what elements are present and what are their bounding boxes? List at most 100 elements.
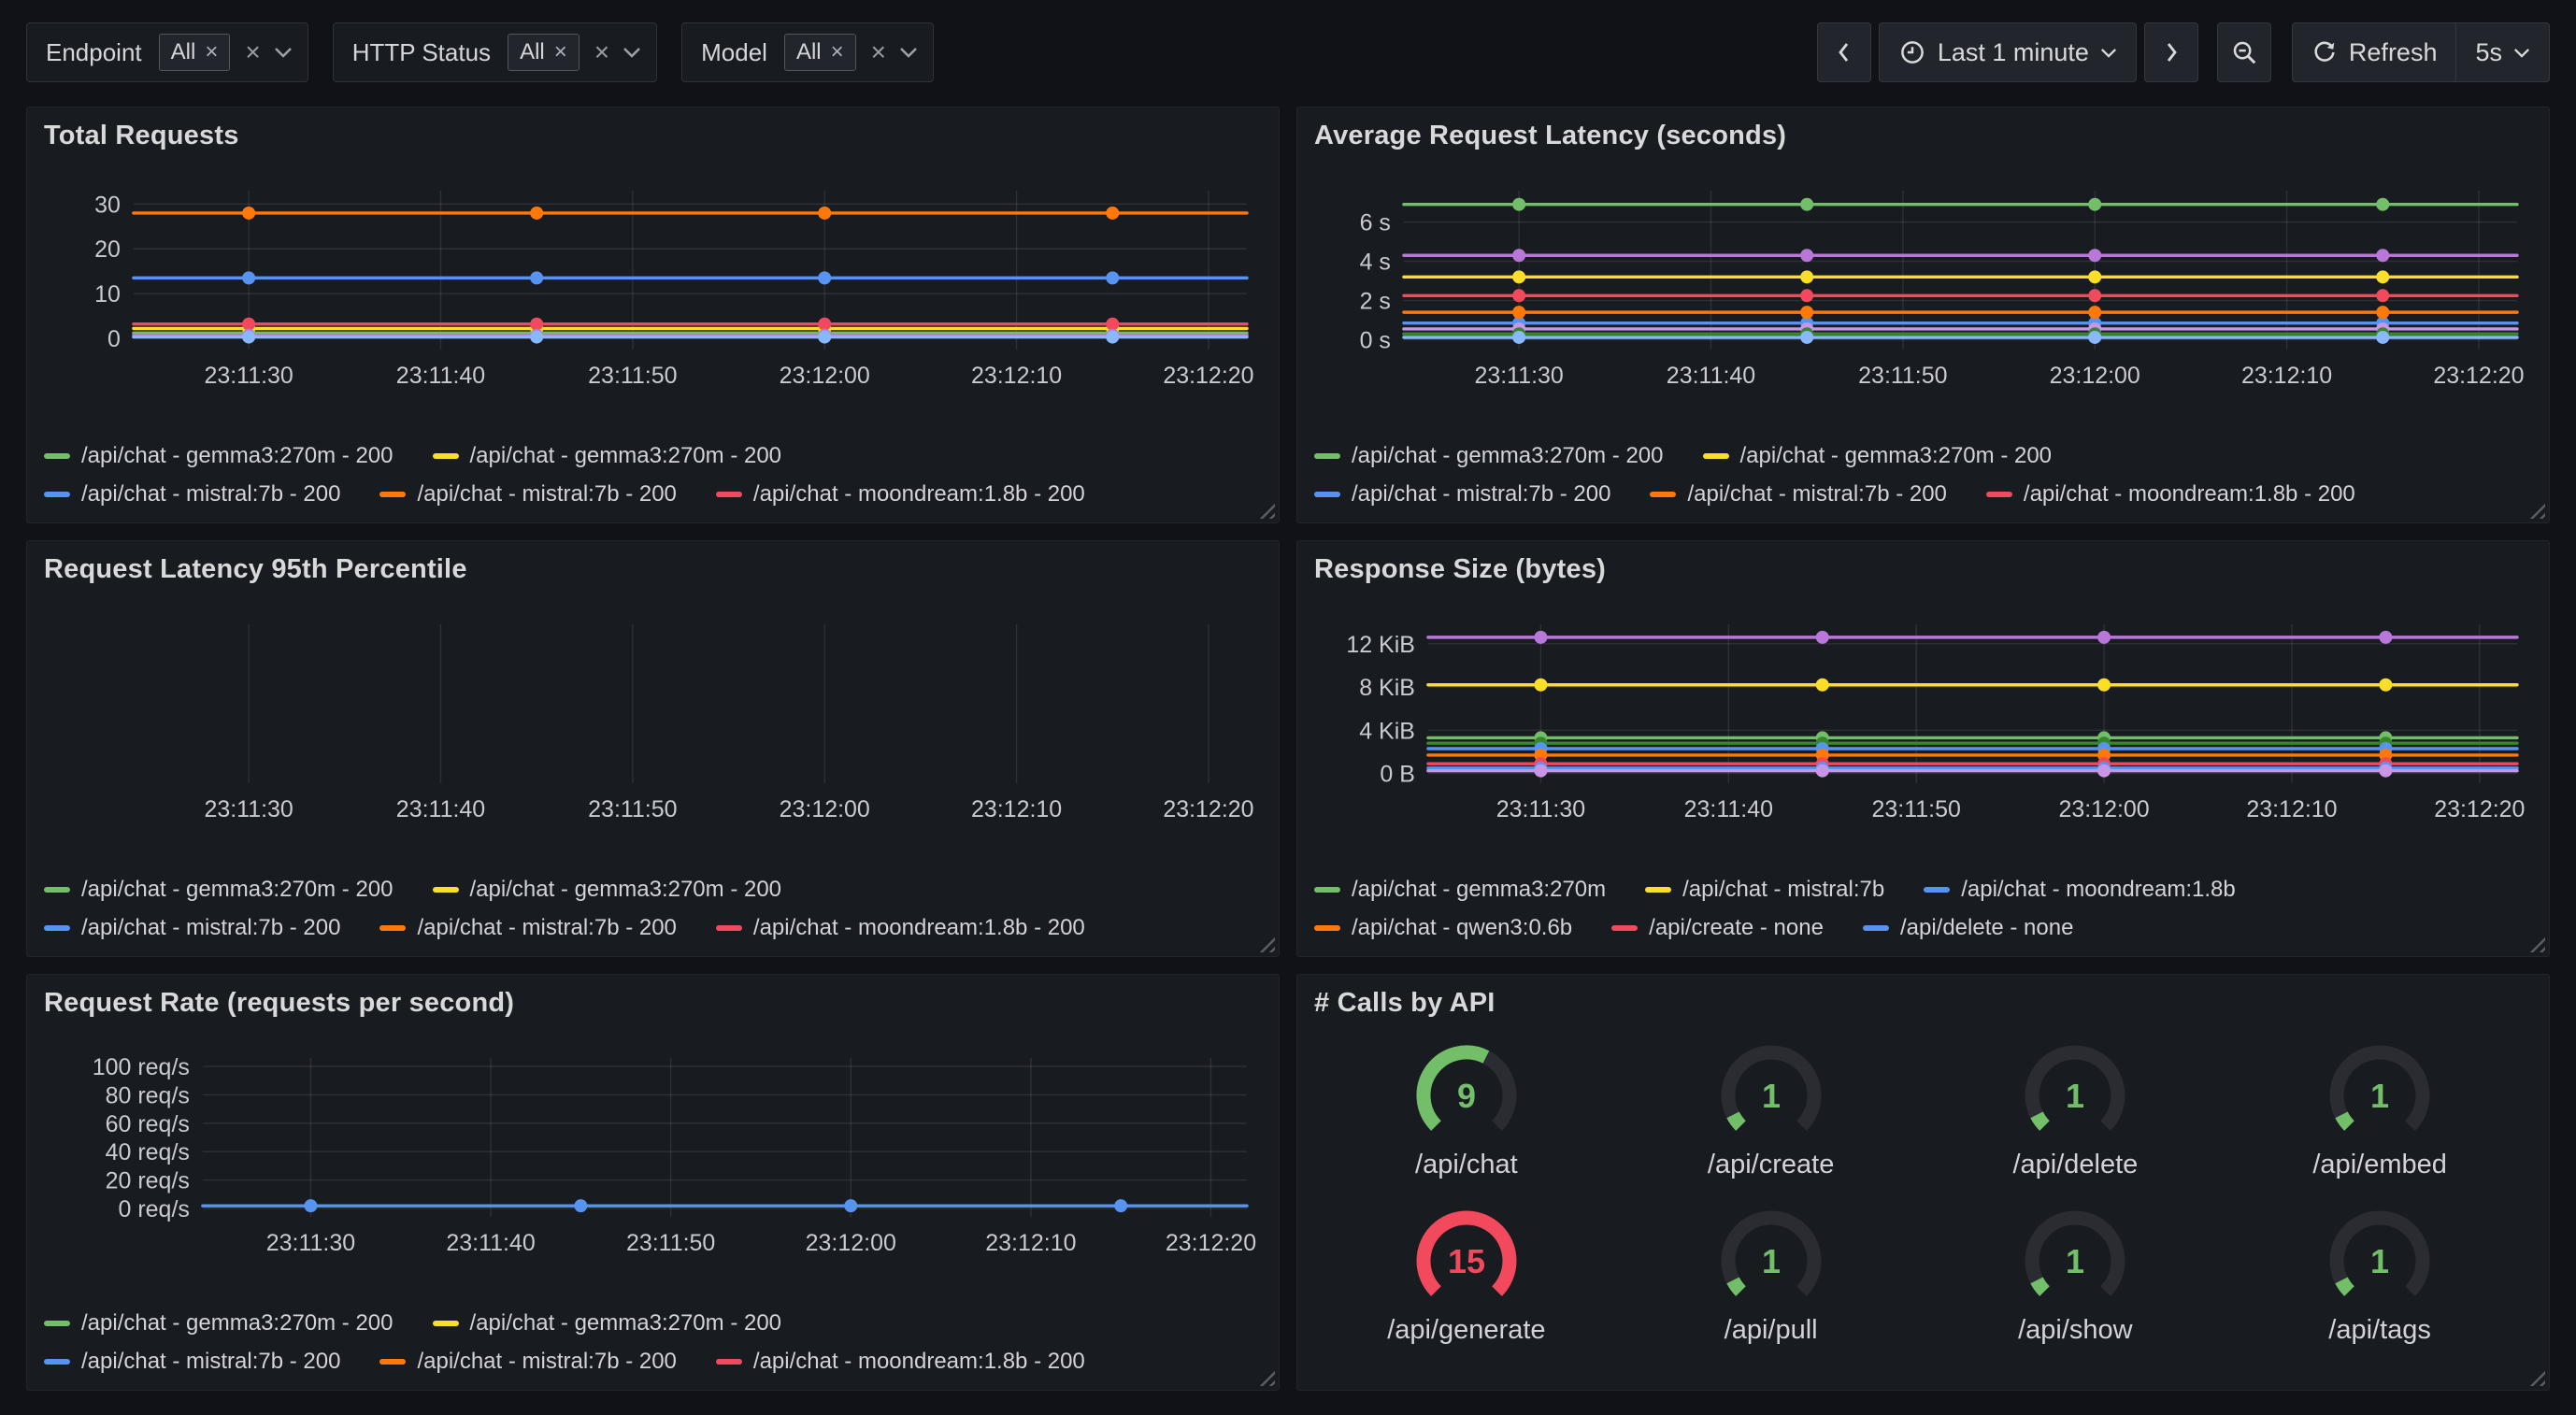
panel-resize-handle[interactable] [2528,1369,2545,1386]
gauge-/api/delete: 1/api/delete [1924,1036,2228,1180]
refresh-group: Refresh 5s [2292,22,2550,82]
legend-item[interactable]: /api/chat - qwen3:0.6b [1314,915,1572,941]
legend-row: /api/chat - gemma3:270m - 200/api/chat -… [44,1310,1262,1336]
legend-item[interactable]: /api/chat - mistral:7b - 200 [1314,481,1610,507]
legend-item[interactable]: /api/chat - moondream:1.8b [1924,877,2236,903]
chart-legend: /api/chat - gemma3:270m - 200/api/chat -… [44,877,1262,945]
legend-series-label: /api/chat - gemma3:270m - 200 [470,877,782,903]
filter-model[interactable]: Model All × × [681,22,934,82]
chip-remove-icon[interactable]: × [205,41,218,64]
legend-item[interactable]: /api/chat - gemma3:270m - 200 [433,443,782,469]
legend-item[interactable]: /api/create - none [1611,915,1824,941]
gauge-/api/pull: 1/api/pull [1619,1201,1924,1346]
panel-title[interactable]: Total Requests [44,121,1262,151]
filter-value-chip[interactable]: All × [784,34,856,71]
svg-text:23:12:20: 23:12:20 [1163,363,1253,389]
avg-request-latency-chart[interactable]: 23:11:3023:11:4023:11:5023:12:0023:12:10… [1314,153,2532,396]
svg-text:23:11:30: 23:11:30 [204,363,293,389]
legend-item[interactable]: /api/chat - moondream:1.8b - 200 [716,481,1085,507]
legend-item[interactable]: /api/chat - mistral:7b [1645,877,1884,903]
legend-item[interactable]: /api/chat - moondream:1.8b - 200 [1986,481,2355,507]
panel-title[interactable]: Request Rate (requests per second) [44,988,1262,1019]
svg-text:0 s: 0 s [1360,327,1391,353]
filter-label: Endpoint [46,38,142,67]
chip-label: All [796,39,822,65]
request-rate-chart[interactable]: 23:11:3023:11:4023:11:5023:12:0023:12:10… [44,1021,1262,1264]
svg-text:1: 1 [2066,1077,2084,1115]
chevron-down-icon[interactable] [274,47,293,58]
legend-item[interactable]: /api/delete - none [1863,915,2073,941]
legend-item[interactable]: /api/chat - mistral:7b - 200 [379,481,676,507]
panel-calls-by-api: # Calls by API 9/api/chat1/api/create1/a… [1296,974,2550,1391]
refresh-label: Refresh [2349,38,2438,67]
svg-text:23:11:50: 23:11:50 [1872,796,1961,822]
legend-item[interactable]: /api/chat - mistral:7b - 200 [44,915,340,941]
filter-label: HTTP Status [352,38,491,67]
gauge-label: /api/chat [1415,1150,1518,1180]
legend-item[interactable]: /api/chat - gemma3:270m - 200 [44,1310,394,1336]
chevron-down-icon[interactable] [899,47,918,58]
legend-row: /api/chat - mistral:7b - 200/api/chat - … [44,1349,1262,1375]
gauge-label: /api/tags [2328,1315,2431,1346]
legend-item[interactable]: /api/chat - mistral:7b - 200 [379,915,676,941]
filter-value-chip[interactable]: All × [159,34,231,71]
chip-remove-icon[interactable]: × [831,41,844,64]
svg-text:23:11:30: 23:11:30 [1474,363,1563,389]
legend-item[interactable]: /api/chat - moondream:1.8b - 200 [716,1349,1085,1375]
legend-series-label: /api/create - none [1649,915,1824,941]
svg-text:20: 20 [94,236,121,263]
legend-series-label: /api/chat - gemma3:270m - 200 [1740,443,2053,469]
legend-item[interactable]: /api/chat - mistral:7b - 200 [379,1349,676,1375]
time-range-button[interactable]: Last 1 minute [1879,22,2137,82]
filter-http-status[interactable]: HTTP Status All × × [333,22,657,82]
svg-text:40 req/s: 40 req/s [106,1139,190,1165]
legend-item[interactable]: /api/chat - moondream:1.8b - 200 [716,915,1085,941]
filter-clear-icon[interactable]: × [245,39,260,65]
panel-title[interactable]: Request Latency 95th Percentile [44,554,1262,585]
chart-legend: /api/chat - gemma3:270m - 200/api/chat -… [44,1310,1262,1379]
filter-clear-icon[interactable]: × [594,39,609,65]
panel-response-size: Response Size (bytes) 23:11:3023:11:4023… [1296,540,2550,957]
legend-item[interactable]: /api/chat - mistral:7b - 200 [1650,481,1946,507]
legend-item[interactable]: /api/chat - mistral:7b - 200 [44,481,340,507]
legend-item[interactable]: /api/chat - gemma3:270m [1314,877,1606,903]
zoom-out-button[interactable] [2217,22,2271,82]
total-requests-chart[interactable]: 23:11:3023:11:4023:11:5023:12:0023:12:10… [44,153,1262,396]
legend-item[interactable]: /api/chat - gemma3:270m - 200 [433,877,782,903]
legend-row: /api/chat - gemma3:270m - 200/api/chat -… [44,443,1262,469]
legend-series-swatch [44,453,70,459]
legend-item[interactable]: /api/chat - gemma3:270m - 200 [1703,443,2053,469]
gauge-label: /api/delete [2012,1150,2138,1180]
legend-series-label: /api/chat - gemma3:270m - 200 [470,443,782,469]
refresh-button[interactable]: Refresh [2292,22,2456,82]
panel-title[interactable]: Average Request Latency (seconds) [1314,121,2532,151]
legend-item[interactable]: /api/chat - gemma3:270m - 200 [433,1310,782,1336]
refresh-interval-button[interactable]: 5s [2455,22,2550,82]
filter-clear-icon[interactable]: × [871,39,886,65]
clock-icon [1898,38,1926,66]
filter-value-chip[interactable]: All × [508,34,580,71]
time-back-button[interactable] [1817,22,1871,82]
panel-title[interactable]: # Calls by API [1314,988,2532,1019]
legend-series-swatch [379,1359,406,1365]
legend-series-swatch [1924,887,1950,893]
time-forward-button[interactable] [2144,22,2198,82]
legend-item[interactable]: /api/chat - gemma3:270m - 200 [44,443,394,469]
response-size-chart[interactable]: 23:11:3023:11:4023:11:5023:12:0023:12:10… [1314,587,2532,830]
filter-endpoint[interactable]: Endpoint All × × [26,22,308,82]
svg-text:23:11:30: 23:11:30 [266,1230,355,1256]
legend-series-swatch [433,887,459,893]
legend-item[interactable]: /api/chat - gemma3:270m - 200 [44,877,394,903]
time-range-label: Last 1 minute [1938,38,2089,67]
svg-text:30: 30 [94,192,121,218]
gauge-/api/show: 1/api/show [1924,1201,2228,1346]
chevron-down-icon[interactable] [623,47,641,58]
legend-item[interactable]: /api/chat - gemma3:270m - 200 [1314,443,1664,469]
legend-series-swatch [44,1321,70,1326]
panel-title[interactable]: Response Size (bytes) [1314,554,2532,585]
chip-remove-icon[interactable]: × [554,41,567,64]
latency-95th-percentile-chart[interactable]: 23:11:3023:11:4023:11:5023:12:0023:12:10… [44,587,1262,830]
legend-item[interactable]: /api/chat - mistral:7b - 200 [44,1349,340,1375]
legend-series-label: /api/chat - qwen3:0.6b [1352,915,1572,941]
svg-text:4 KiB: 4 KiB [1359,718,1415,744]
